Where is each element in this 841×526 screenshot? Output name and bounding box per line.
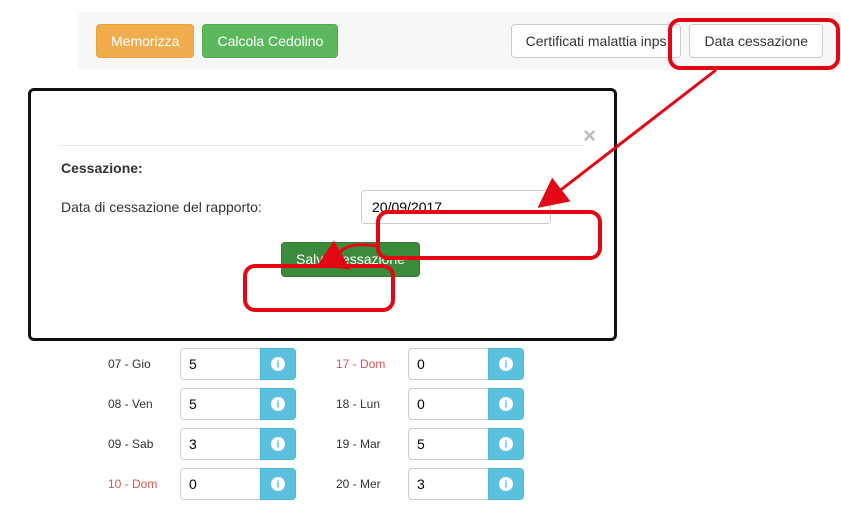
svg-text:i: i (505, 359, 508, 371)
divider (61, 145, 584, 146)
svg-text:i: i (505, 479, 508, 491)
svg-text:i: i (277, 479, 280, 491)
info-icon[interactable]: i (260, 388, 296, 420)
calendar-row: 08 - Ven i 18 - Lun i (108, 384, 524, 424)
info-icon[interactable]: i (488, 468, 524, 500)
salva-cessazione-button[interactable]: Salva cessazione (281, 242, 420, 277)
calendar-day-label: 08 - Ven (108, 397, 180, 411)
hours-input[interactable] (180, 468, 260, 500)
info-icon[interactable]: i (488, 388, 524, 420)
calendar-day-label: 20 - Mer (336, 477, 408, 491)
data-cessazione-button[interactable]: Data cessazione (689, 24, 823, 59)
certificati-malattia-button[interactable]: Certificati malattia inps (511, 24, 682, 59)
hours-input[interactable] (180, 428, 260, 460)
svg-text:i: i (277, 439, 280, 451)
calendar-row: 09 - Sab i 19 - Mar i (108, 424, 524, 464)
svg-text:i: i (505, 439, 508, 451)
calendar-day-label: 18 - Lun (336, 397, 408, 411)
hours-input[interactable] (408, 348, 488, 380)
info-icon[interactable]: i (260, 468, 296, 500)
cessazione-date-input[interactable] (361, 190, 551, 224)
modal-title: Cessazione: (61, 160, 584, 176)
calendar: 07 - Gioi17 - Domi08 - Veni18 - Luni09 -… (108, 344, 524, 504)
calendar-day-label: 09 - Sab (108, 437, 180, 451)
info-icon[interactable]: i (488, 348, 524, 380)
hours-input[interactable] (408, 388, 488, 420)
calcola-cedolino-button[interactable]: Calcola Cedolino (202, 24, 338, 59)
info-icon[interactable]: i (260, 348, 296, 380)
hours-input[interactable] (180, 388, 260, 420)
svg-text:i: i (277, 359, 280, 371)
calendar-row: 10 - Dom i 20 - Mer i (108, 464, 524, 504)
hours-input[interactable] (408, 468, 488, 500)
hours-input[interactable] (408, 428, 488, 460)
memorizza-button[interactable]: Memorizza (96, 24, 194, 59)
calendar-day-label: 10 - Dom (108, 477, 180, 491)
calendar-day-label: 07 - Gio (108, 357, 180, 371)
hours-input[interactable] (180, 348, 260, 380)
info-icon[interactable]: i (260, 428, 296, 460)
calendar-day-label: 17 - Dom (336, 357, 408, 371)
date-label: Data di cessazione del rapporto: (61, 199, 361, 215)
toolbar: Memorizza Calcola Cedolino Certificati m… (78, 12, 841, 70)
info-icon[interactable]: i (488, 428, 524, 460)
cessazione-modal: × Cessazione: Data di cessazione del rap… (28, 88, 617, 341)
calendar-day-label: 19 - Mar (336, 437, 408, 451)
close-icon[interactable]: × (583, 123, 596, 149)
svg-text:i: i (277, 399, 280, 411)
svg-text:i: i (505, 399, 508, 411)
calendar-row: 07 - Gio i 17 - Dom i (108, 344, 524, 384)
